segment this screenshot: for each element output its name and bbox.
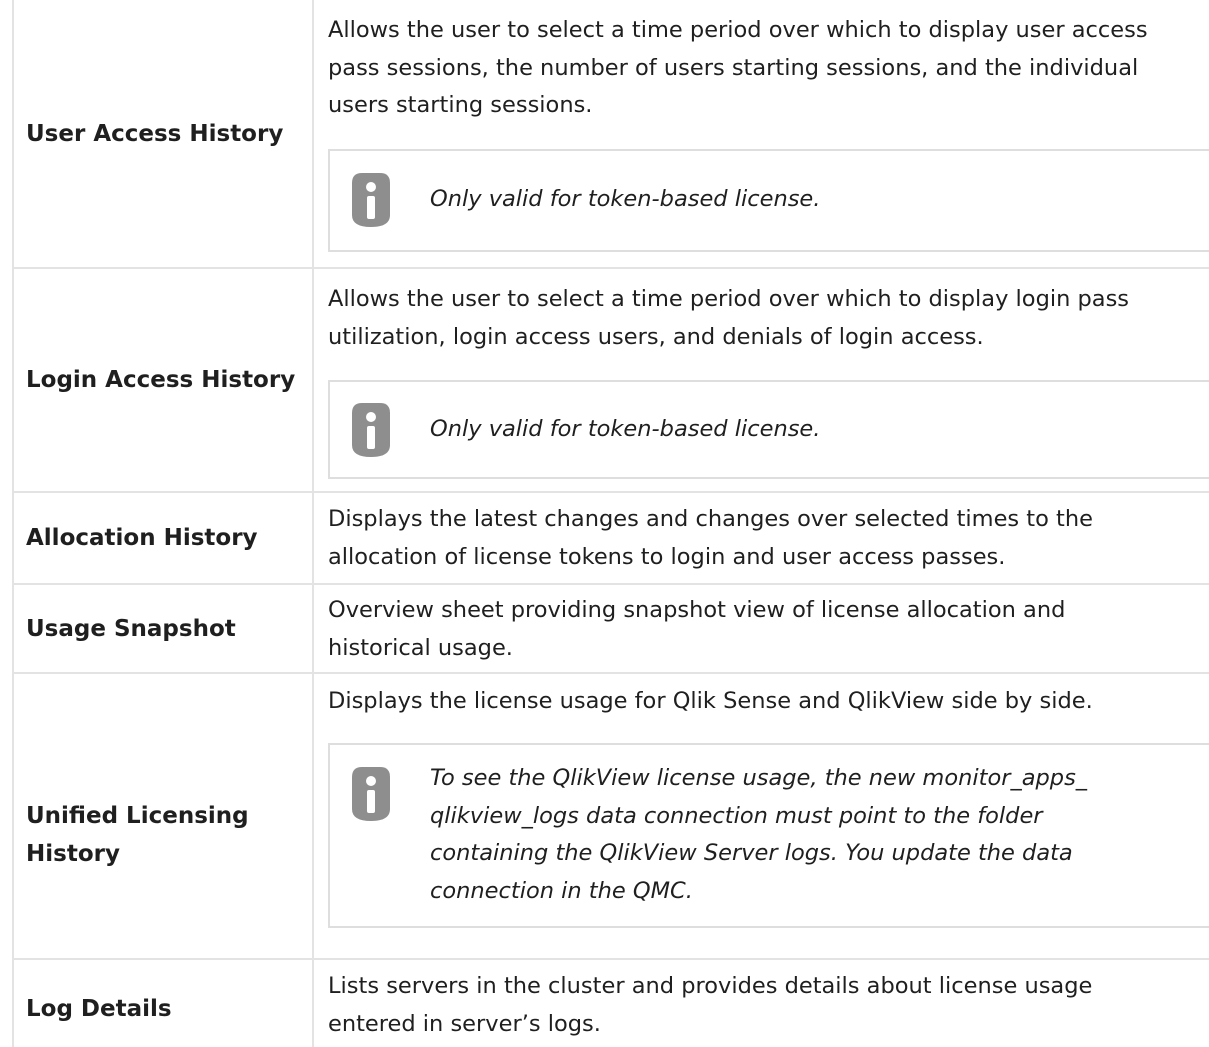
- table-row: Unified Licensing History Displays the l…: [12, 672, 1209, 960]
- note-text: Only valid for token-based license.: [430, 415, 821, 442]
- sheet-name-text: User Access History: [26, 120, 284, 147]
- table-row: Log Details Lists servers in the cluster…: [12, 958, 1209, 1047]
- info-icon: [352, 766, 390, 821]
- table-row: Usage Snapshot Overview sheet providing …: [12, 583, 1209, 674]
- sheet-name: Login Access History: [12, 267, 314, 493]
- note-box: Only valid for token-based license.: [328, 148, 1209, 252]
- sheet-description: Displays the license usage for Qlik Sens…: [328, 688, 1093, 714]
- sheet-name-text: Usage Snapshot: [26, 615, 236, 642]
- sheet-description-cell: Displays the license usage for Qlik Sens…: [312, 672, 1209, 960]
- sheet-name: User Access History: [12, 0, 314, 269]
- sheet-name-text: Allocation History: [26, 525, 258, 551]
- sheet-description: Overview sheet providing snapshot view o…: [328, 597, 1066, 661]
- info-icon: [352, 173, 390, 227]
- note-box: Only valid for token-based license.: [328, 380, 1209, 479]
- sheet-description-cell: Allows the user to select a time period …: [312, 267, 1209, 493]
- table-row: Login Access History Allows the user to …: [12, 267, 1209, 493]
- note-text: To see the QlikView license usage, the n…: [430, 765, 1088, 904]
- sheet-name: Unified Licensing History: [12, 672, 314, 960]
- sheet-description: Lists servers in the cluster and provide…: [328, 973, 1093, 1037]
- note-text: Only valid for token-based license.: [430, 186, 821, 213]
- sheet-name-text: Log Details: [26, 996, 172, 1022]
- sheet-description: Allows the user to select a time period …: [328, 286, 1130, 350]
- sheet-name: Usage Snapshot: [12, 583, 314, 674]
- sheet-name-text: Login Access History: [26, 367, 296, 393]
- sheet-name: Log Details: [12, 958, 314, 1047]
- sheet-description: Displays the latest changes and changes …: [328, 506, 1093, 570]
- document-page: User Access History Allows the user to s…: [0, 0, 1209, 1047]
- table-row: User Access History Allows the user to s…: [12, 0, 1209, 269]
- sheet-description-cell: Displays the latest changes and changes …: [312, 491, 1209, 585]
- sheet-name: Allocation History: [12, 491, 314, 585]
- sheet-description-cell: Allows the user to select a time period …: [312, 0, 1209, 269]
- sheet-description-cell: Overview sheet providing snapshot view o…: [312, 583, 1209, 674]
- info-icon: [352, 402, 390, 457]
- table-row: Allocation History Displays the latest c…: [12, 491, 1209, 585]
- sheet-name-text: Unified Licensing History: [26, 803, 249, 867]
- license-sheets-table: User Access History Allows the user to s…: [12, 0, 1209, 1047]
- sheet-description: Allows the user to select a time period …: [328, 17, 1148, 118]
- sheet-description-cell: Lists servers in the cluster and provide…: [312, 958, 1209, 1047]
- note-box: To see the QlikView license usage, the n…: [328, 742, 1209, 928]
